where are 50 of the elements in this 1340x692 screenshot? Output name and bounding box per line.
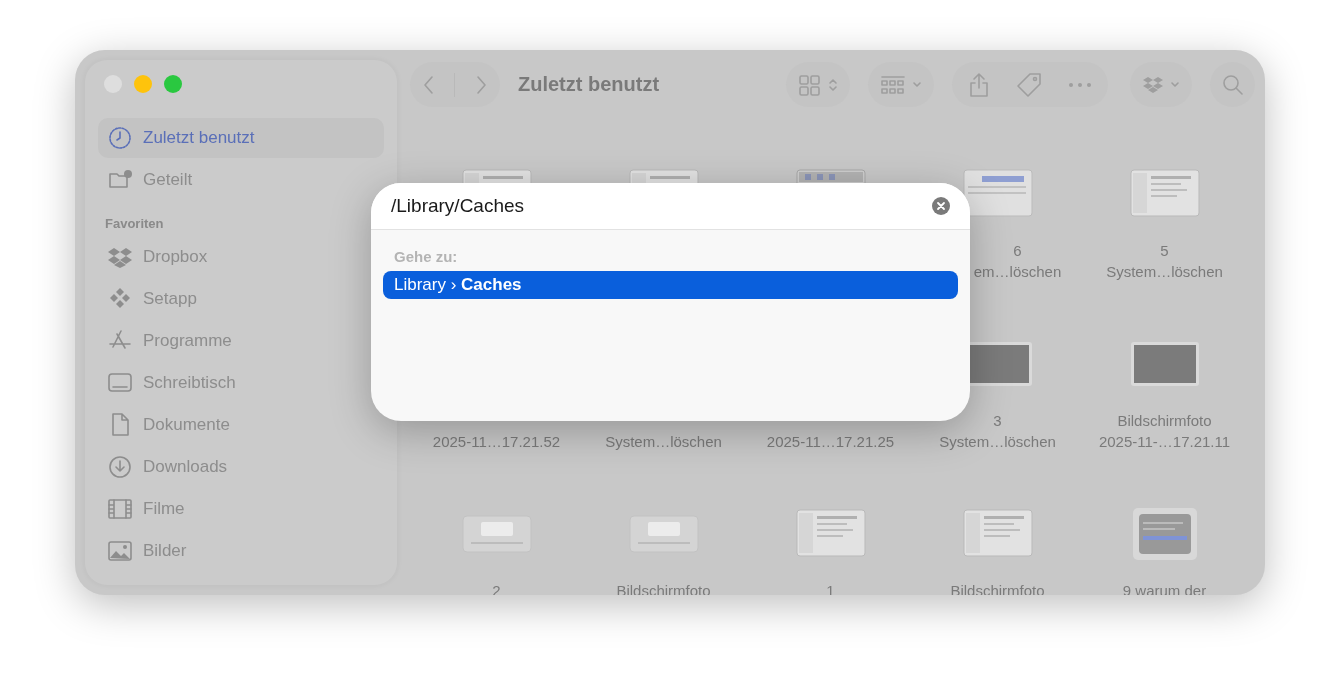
sidebar-item[interactable]: Dropbox [98, 237, 384, 277]
chevron-down-icon [1170, 79, 1180, 90]
clock-icon [107, 125, 133, 151]
file-name: 3 [993, 411, 1002, 431]
file-name: System…löschen [1106, 262, 1223, 282]
grouped-grid-icon [880, 73, 906, 96]
chevron-right-icon [475, 74, 488, 95]
file-name: 2025-11-…17.21.11 [1098, 432, 1231, 452]
file-name: Bildschirmfoto [1117, 411, 1212, 431]
search-icon [1221, 73, 1244, 96]
sidebar-item[interactable]: Filme [98, 489, 384, 529]
download-icon [107, 454, 133, 480]
group-button[interactable] [868, 62, 934, 107]
chevron-left-icon [422, 74, 435, 95]
sidebar-item[interactable]: Programme [98, 321, 384, 361]
image-icon [107, 538, 133, 564]
dropbox-button[interactable] [1130, 62, 1192, 107]
path-suggestion[interactable]: Library › Caches [383, 271, 958, 299]
close-icon [932, 197, 950, 215]
share-icon [968, 71, 990, 98]
section-heading: Gehe zu: [393, 248, 459, 265]
sidebar-item[interactable]: Setapp [98, 279, 384, 319]
clear-button[interactable] [932, 197, 950, 215]
file-name: 2025-11…17.21.52 [432, 432, 561, 452]
file-name: em…löschen [973, 262, 1062, 282]
window-title: Zuletzt benutzt [518, 73, 660, 96]
tag-icon [1016, 71, 1042, 98]
path-input[interactable]: /Library/Caches [391, 195, 932, 217]
dropbox-icon [1142, 74, 1164, 95]
sidebar-item[interactable]: Zuletzt benutzt [98, 118, 384, 158]
more-icon [1068, 81, 1092, 88]
file-name: 6 [1013, 241, 1022, 261]
film-icon [107, 496, 133, 522]
sidebar-item[interactable]: Downloads [98, 447, 384, 487]
section-heading: Favoriten [104, 215, 165, 233]
view-button[interactable] [786, 62, 850, 107]
sidebar-item[interactable]: Bilder [98, 531, 384, 571]
chevron-down-icon [912, 79, 922, 90]
path-field[interactable]: /Library/Caches [371, 183, 970, 230]
zoom-button[interactable] [164, 75, 182, 93]
file-name: 2025-11…17.21.25 [766, 432, 895, 452]
file-name: System…löschen [605, 432, 722, 452]
sidebar-item[interactable]: Schreibtisch [98, 363, 384, 403]
search-button[interactable] [1210, 62, 1255, 107]
minimize-button[interactable] [134, 75, 152, 93]
file-name: System…löschen [939, 432, 1056, 452]
sidebar-item[interactable]: Dokumente [98, 405, 384, 445]
file-name: 5 [1160, 241, 1169, 261]
grid-view-icon [798, 73, 822, 96]
up-down-chevron-icon [828, 76, 838, 93]
